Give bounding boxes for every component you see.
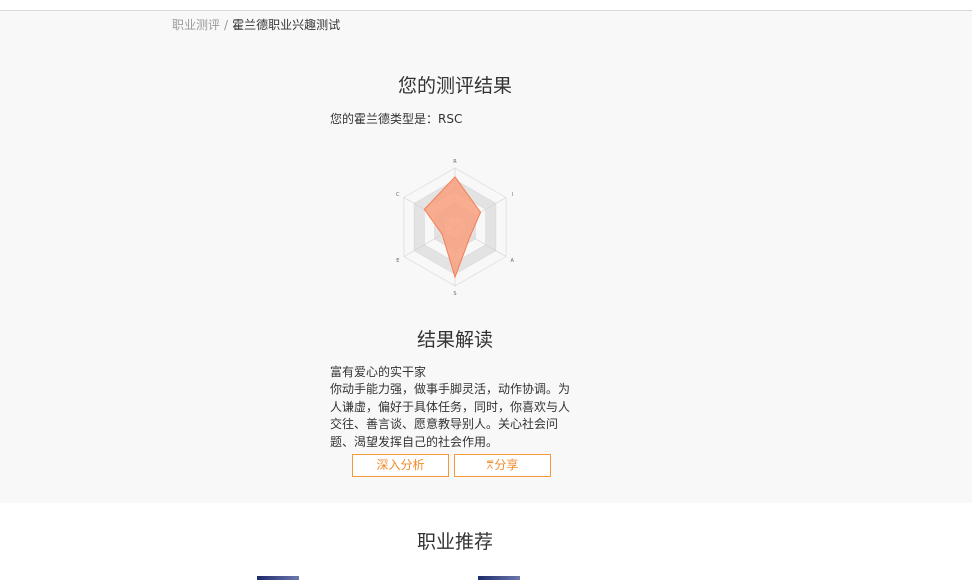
result-title: 您的测评结果 <box>397 75 512 97</box>
breadcrumb-separator: / <box>224 18 229 32</box>
breadcrumb-current: 霍兰德职业兴趣测试 <box>232 18 341 32</box>
radar-axis-label-i: I <box>511 192 512 198</box>
recommendation-card[interactable] <box>257 576 299 580</box>
recommendations-title: 职业推荐 <box>416 531 493 553</box>
radar-axis-label-s: S <box>453 291 456 297</box>
breadcrumb: 职业测评 / 霍兰德职业兴趣测试 <box>172 18 340 32</box>
holland-type-text: 您的霍兰德类型是：RSC <box>330 112 463 126</box>
breadcrumb-link-assessment[interactable]: 职业测评 <box>172 18 220 32</box>
radar-axis-label-e: E <box>396 258 399 264</box>
recommendation-card[interactable] <box>478 576 520 580</box>
share-icon: ⩞ <box>486 459 494 472</box>
radar-axis-label-a: A <box>510 258 514 264</box>
interpretation-title: 结果解读 <box>416 329 493 351</box>
radar-axis-label-r: R <box>453 159 457 165</box>
interpretation-heading: 富有爱心的实干家 <box>330 365 427 379</box>
radar-axis-label-c: C <box>396 192 400 198</box>
radar-chart: R I A S E C <box>396 159 514 297</box>
share-button-label: 分享 <box>494 458 519 472</box>
deep-analysis-button[interactable]: 深入分析 <box>352 454 449 477</box>
interpretation-body: 你动手能力强，做事手脚灵活，动作协调。为人谦虚，偏好于具体任务，同时，你喜欢与人… <box>330 382 571 449</box>
share-button[interactable]: ⩞分享 <box>454 454 551 477</box>
